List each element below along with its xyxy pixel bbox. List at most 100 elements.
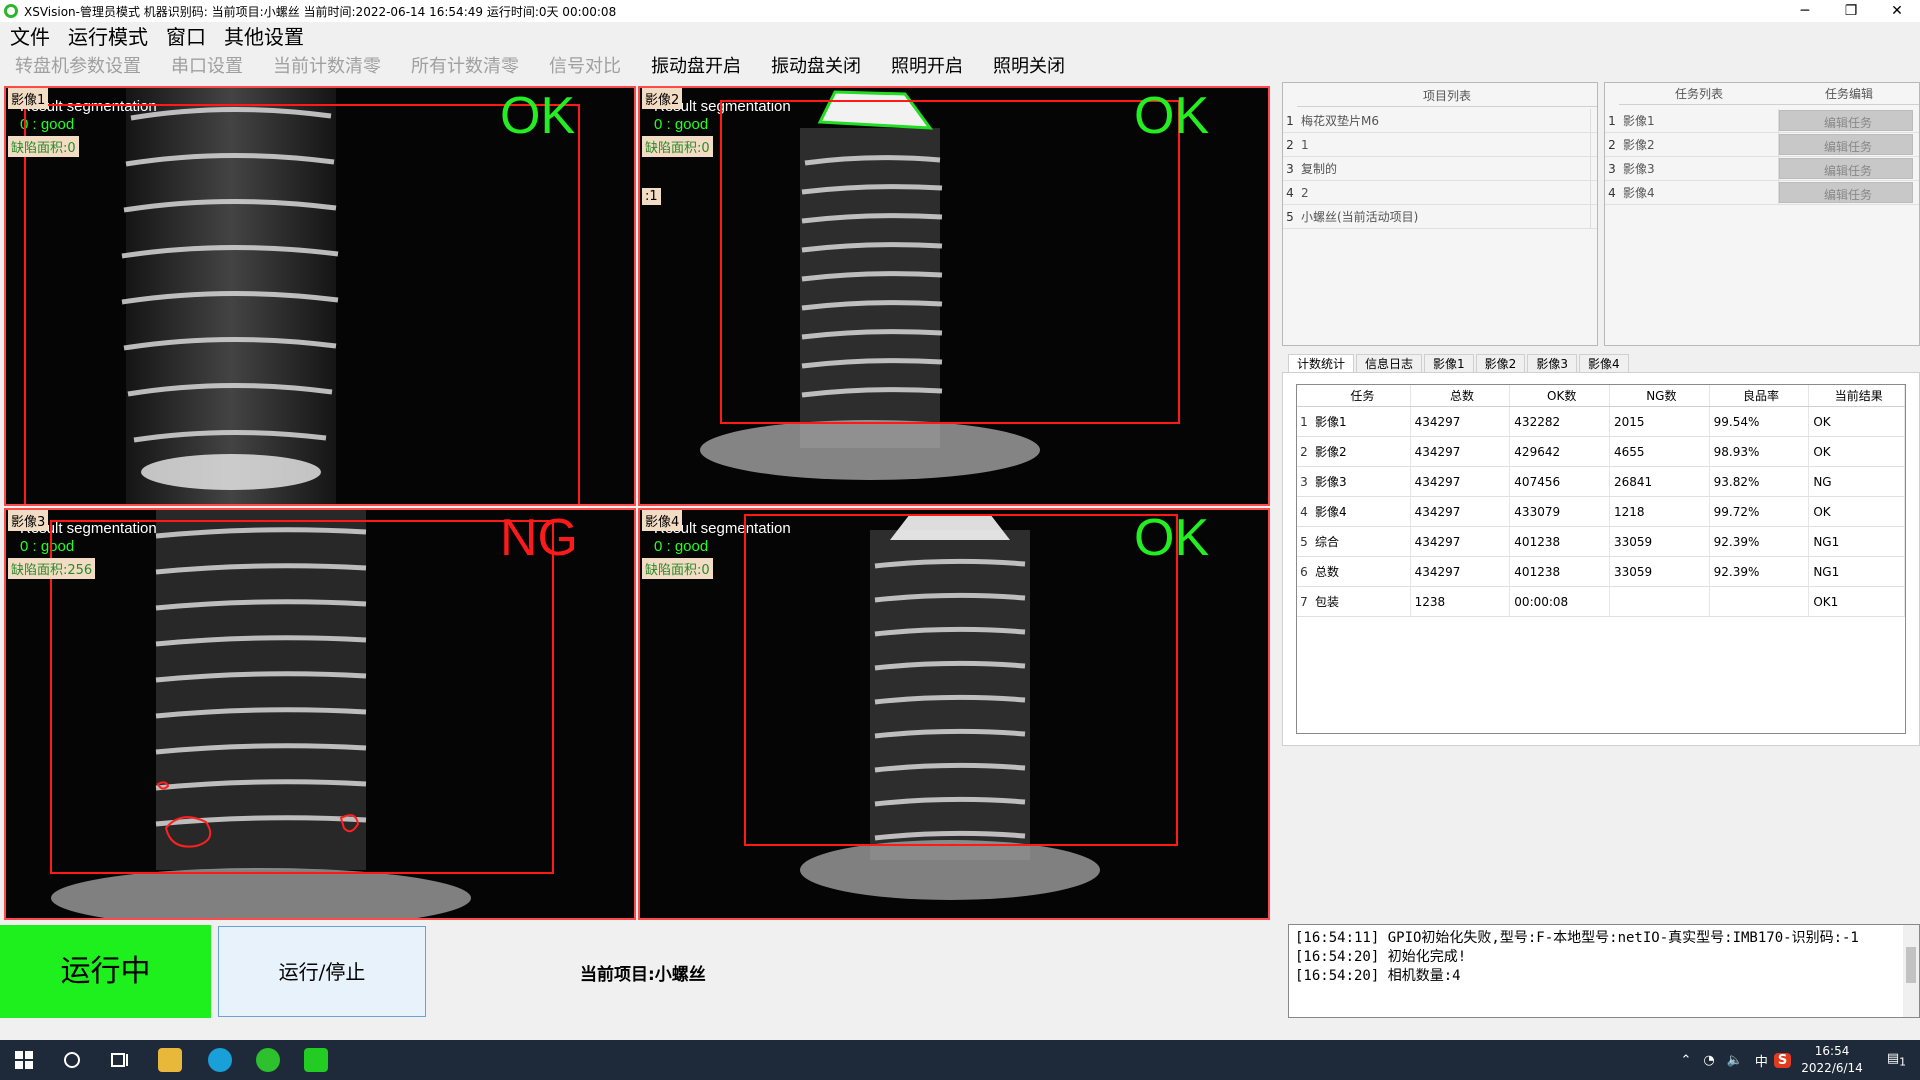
defect-area-label: 缺陷面积:0 <box>642 558 713 579</box>
window-title: XSVision-管理员模式 机器识别码: 当前项目:小螺丝 当前时间:2022… <box>24 4 617 19</box>
stats-header: 任务 总数 OK数 NG数 良品率 当前结果 <box>1297 385 1906 407</box>
file-explorer-icon[interactable] <box>158 1048 182 1072</box>
menu-run-mode[interactable]: 运行模式 <box>58 24 156 50</box>
vibrator-off-button[interactable]: 振动盘关闭 <box>756 54 876 80</box>
light-off-button[interactable]: 照明关闭 <box>978 54 1080 80</box>
task-list-panel: 任务列表 任务编辑 1 影像1 编辑任务 2 影像2 编辑任务 3 影像3 编辑任务 4 影像… <box>1604 82 1920 346</box>
roi-box <box>50 520 554 874</box>
notification-icon[interactable]: ▤1 <box>1873 1051 1920 1069</box>
task-list-title: 任务列表 <box>1674 87 1723 101</box>
clock-time: 16:54 <box>1814 1044 1850 1058</box>
serial-settings-button[interactable]: 串口设置 <box>156 54 258 80</box>
signal-compare-button[interactable]: 信号对比 <box>534 54 636 80</box>
xsvision-app-icon[interactable] <box>304 1048 328 1072</box>
current-project-label: 当前项目:小螺丝 <box>580 965 706 985</box>
project-list-header: 项目列表 <box>1297 85 1597 107</box>
defect-area-label: 缺陷面积:0 <box>642 136 713 157</box>
list-item[interactable]: 5 小螺丝(当前活动项目) <box>1283 205 1597 229</box>
log-line: [16:54:20] 相机数量:4 <box>1295 968 1461 984</box>
ime-indicator[interactable]: 中 <box>1749 1051 1774 1070</box>
defect-area-label: 缺陷面积:0 <box>8 136 79 157</box>
clock-date: 2022/6/14 <box>1801 1061 1863 1075</box>
system-tray: ⌃ ◔ 🔈 中 S 16:54 2022/6/14 ▤1 <box>1674 1040 1920 1080</box>
menu-bar: 文件 运行模式 窗口 其他设置 <box>0 24 312 50</box>
log-line: [16:54:11] GPIO初始化失败,型号:F-本地型号:netIO-真实型… <box>1295 930 1859 946</box>
roi-box <box>720 100 1180 424</box>
restore-button[interactable]: ❐ <box>1828 0 1874 22</box>
volume-icon[interactable]: 🔈 <box>1721 1053 1749 1068</box>
verdict-label: OK <box>1134 87 1210 145</box>
tab-camera-3[interactable]: 影像3 <box>1527 354 1577 372</box>
list-item[interactable]: 2 影像2 编辑任务 <box>1605 133 1919 157</box>
minimize-button[interactable]: ─ <box>1782 0 1828 22</box>
light-on-button[interactable]: 照明开启 <box>876 54 978 80</box>
run-stop-button[interactable]: 运行/停止 <box>218 926 426 1017</box>
sogou-ime-icon[interactable]: S <box>1773 1052 1792 1068</box>
edit-task-button[interactable]: 编辑任务 <box>1779 134 1913 155</box>
menu-other-settings[interactable]: 其他设置 <box>214 24 312 50</box>
region-tag: :1 <box>642 188 661 205</box>
network-icon[interactable]: ◔ <box>1697 1053 1720 1068</box>
list-item[interactable]: 3 影像3 编辑任务 <box>1605 157 1919 181</box>
edit-task-button[interactable]: 编辑任务 <box>1779 158 1913 179</box>
list-item[interactable]: 4 影像4 编辑任务 <box>1605 181 1919 205</box>
list-item[interactable]: 1 梅花双垫片M6 <box>1283 109 1597 133</box>
table-row[interactable]: 2 影像2 434297 429642 4655 98.93% OK <box>1297 437 1905 467</box>
table-row[interactable]: 6 总数 434297 401238 33059 92.39% NG1 <box>1297 557 1905 587</box>
run-status-indicator: 运行中 <box>0 925 211 1018</box>
clock[interactable]: 16:54 2022/6/14 <box>1791 1043 1873 1077</box>
log-line: [16:54:20] 初始化完成! <box>1295 949 1467 965</box>
camera-view-3[interactable]: 影像3 Result segmentation 0 : good 缺陷面积:25… <box>4 508 636 920</box>
log-scrollbar[interactable] <box>1903 925 1919 1017</box>
camera-title: 影像3 <box>8 510 49 531</box>
reset-all-count-button[interactable]: 所有计数清零 <box>396 54 534 80</box>
close-button[interactable]: ✕ <box>1874 0 1920 22</box>
list-item[interactable]: 21 <box>1283 133 1597 157</box>
menu-file[interactable]: 文件 <box>0 24 58 50</box>
camera-title: 影像4 <box>642 510 683 531</box>
project-list-rows: 1 梅花双垫片M6 21 3 复制的 42 5 小螺丝(当前活动项目) <box>1283 109 1597 229</box>
menu-window[interactable]: 窗口 <box>156 24 214 50</box>
log-panel[interactable]: [16:54:11] GPIO初始化失败,型号:F-本地型号:netIO-真实型… <box>1288 924 1920 1018</box>
tab-camera-1[interactable]: 影像1 <box>1424 354 1474 372</box>
camera-title: 影像1 <box>8 88 49 109</box>
list-item[interactable]: 42 <box>1283 181 1597 205</box>
edit-task-button[interactable]: 编辑任务 <box>1779 110 1913 131</box>
camera-view-2[interactable]: 影像2 Result segmentation 0 : good 缺陷面积:0 … <box>638 86 1270 506</box>
wechat-icon[interactable] <box>256 1048 280 1072</box>
verdict-label: OK <box>500 87 576 145</box>
title-bar: XSVision-管理员模式 机器识别码: 当前项目:小螺丝 当前时间:2022… <box>0 0 1920 22</box>
stats-table: 任务 总数 OK数 NG数 良品率 当前结果 1 影像1 434297 432282 2… <box>1296 384 1906 734</box>
camera-view-4[interactable]: 影像4 Result segmentation 0 : good 缺陷面积:0 … <box>638 508 1270 920</box>
table-row[interactable]: 7 包装 1238 00:00:08 OK1 <box>1297 587 1905 617</box>
tab-camera-2[interactable]: 影像2 <box>1475 354 1526 372</box>
table-row[interactable]: 4 影像4 434297 433079 1218 99.72% OK <box>1297 497 1905 527</box>
camera-view-1[interactable]: 影像1 Result segmentation 0 : good 缺陷面积:0 … <box>4 86 636 506</box>
stats-tabs: 计数统计 信息日志 影像1 影像2 影像3 影像4 <box>1288 354 1631 372</box>
taskbar: ⌃ ◔ 🔈 中 S 16:54 2022/6/14 ▤1 <box>0 1040 1920 1080</box>
toolbar: 转盘机参数设置 串口设置 当前计数清零 所有计数清零 信号对比 振动盘开启 振动… <box>0 54 1080 80</box>
app-logo-icon <box>4 4 18 18</box>
tab-info-log[interactable]: 信息日志 <box>1356 354 1423 372</box>
table-row[interactable]: 1 影像1 434297 432282 2015 99.54% OK <box>1297 407 1905 437</box>
turntable-params-button[interactable]: 转盘机参数设置 <box>0 54 156 80</box>
task-view-icon[interactable] <box>108 1048 132 1072</box>
list-item[interactable]: 1 影像1 编辑任务 <box>1605 109 1919 133</box>
reset-current-count-button[interactable]: 当前计数清零 <box>258 54 396 80</box>
scrollbar-thumb[interactable] <box>1906 947 1916 983</box>
table-row[interactable]: 5 综合 434297 401238 33059 92.39% NG1 <box>1297 527 1905 557</box>
vibrator-on-button[interactable]: 振动盘开启 <box>636 54 756 80</box>
search-icon[interactable] <box>60 1048 84 1072</box>
verdict-label: NG <box>500 509 578 567</box>
tab-camera-4[interactable]: 影像4 <box>1578 354 1629 372</box>
tray-expand-icon[interactable]: ⌃ <box>1674 1053 1697 1068</box>
good-label: 0 : good <box>654 116 709 133</box>
app-window: XSVision-管理员模式 机器识别码: 当前项目:小螺丝 当前时间:2022… <box>0 0 1920 1080</box>
good-label: 0 : good <box>654 538 709 555</box>
list-item[interactable]: 3 复制的 <box>1283 157 1597 181</box>
windows-start-icon[interactable] <box>12 1048 36 1072</box>
table-row[interactable]: 3 影像3 434297 407456 26841 93.82% NG <box>1297 467 1905 497</box>
edit-task-button[interactable]: 编辑任务 <box>1779 182 1913 203</box>
edge-browser-icon[interactable] <box>208 1048 232 1072</box>
tab-count-stats[interactable]: 计数统计 <box>1288 354 1355 372</box>
